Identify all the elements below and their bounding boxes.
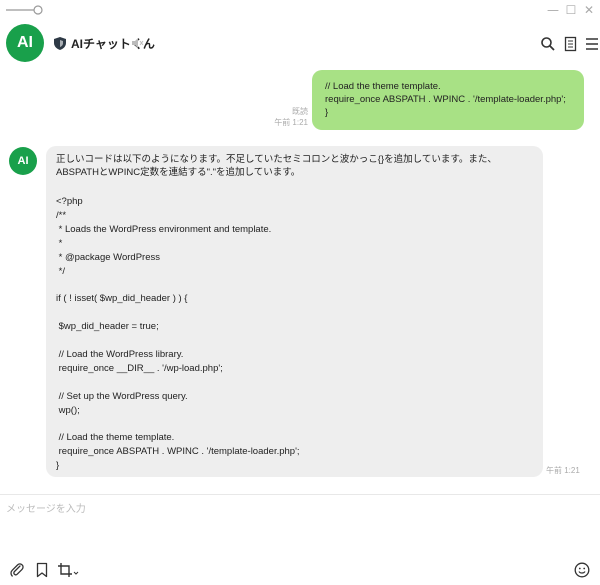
- menu-icon[interactable]: [584, 36, 600, 52]
- pin-slider-icon[interactable]: [6, 3, 46, 17]
- user-message-time: 午前 1:21: [274, 118, 308, 127]
- bookmark-icon[interactable]: [34, 562, 50, 578]
- bot-message-code: <?php /** * Loads the WordPress environm…: [56, 196, 300, 472]
- message-input[interactable]: [6, 500, 591, 550]
- chat-avatar[interactable]: AI: [6, 24, 44, 62]
- maximize-button[interactable]: ☐: [562, 2, 580, 18]
- composer-divider: [0, 494, 600, 495]
- emoji-icon[interactable]: [574, 562, 590, 578]
- crop-icon[interactable]: [57, 562, 79, 578]
- bot-message-intro: 正しいコードは以下のようになります。不足していたセミコロンと波かっこ{}を追加し…: [56, 154, 497, 178]
- close-button[interactable]: ✕: [580, 2, 598, 18]
- read-receipt: 既読: [292, 107, 308, 116]
- user-message-text: // Load the theme template. require_once…: [325, 81, 566, 118]
- note-icon[interactable]: [563, 36, 579, 52]
- bot-message-time: 午前 1:21: [546, 466, 580, 475]
- minimize-button[interactable]: —: [544, 2, 562, 18]
- attach-icon[interactable]: [9, 562, 25, 578]
- bot-avatar[interactable]: AI: [9, 147, 37, 175]
- shield-icon: [54, 37, 66, 50]
- mute-icon: [132, 38, 144, 48]
- search-icon[interactable]: [540, 36, 556, 52]
- title-bar: [0, 0, 600, 22]
